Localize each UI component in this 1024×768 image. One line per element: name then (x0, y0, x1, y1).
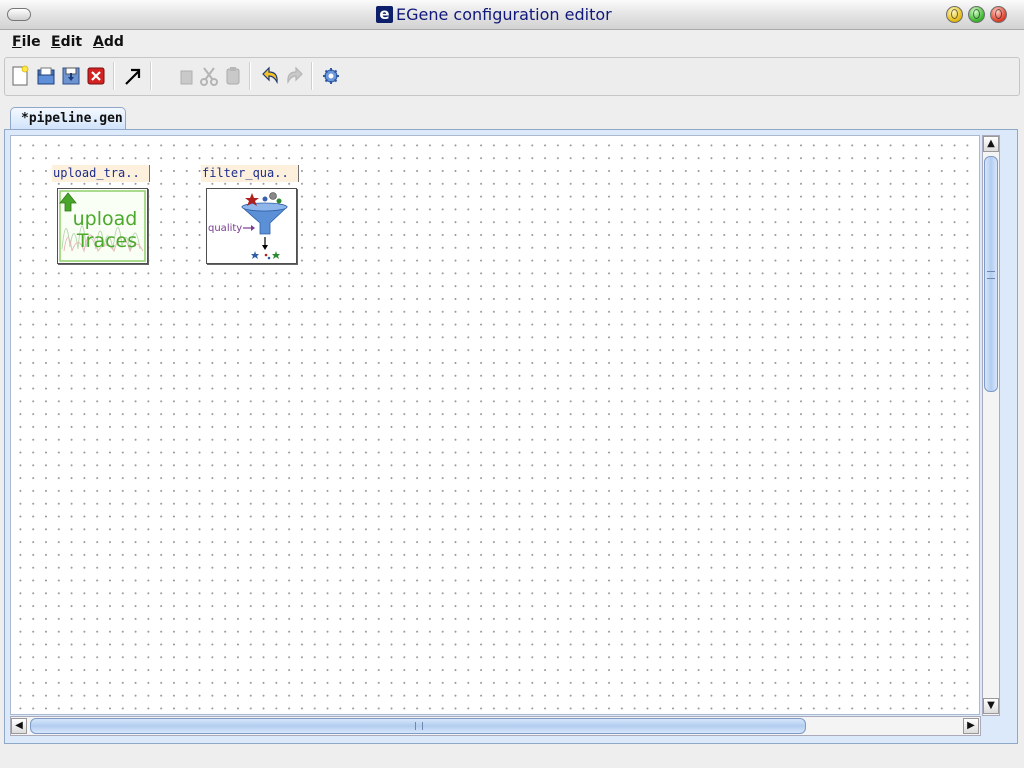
tab-pipeline-gen[interactable]: *pipeline.gen (10, 107, 126, 130)
filter-quality-icon-text: quality (208, 223, 242, 234)
toolbar-separator (311, 62, 313, 90)
node-upload-traces[interactable]: upload Traces (57, 188, 148, 264)
scroll-left-arrow-icon[interactable]: ◀ (11, 718, 27, 734)
pointer-arrow-icon[interactable] (122, 65, 144, 87)
scroll-down-arrow-icon[interactable]: ▼ (983, 698, 999, 714)
menu-add[interactable]: Add (93, 34, 124, 50)
menu-bar: File Edit Add (0, 30, 1024, 55)
maximize-button[interactable] (968, 6, 985, 23)
node-label-upload-traces[interactable]: upload_tra.. (52, 165, 150, 182)
save-icon[interactable] (60, 65, 82, 87)
status-bar (0, 746, 1024, 768)
toolbar-separator (150, 62, 152, 90)
filter-quality-icon: quality (208, 192, 289, 260)
egene-logo-icon: e (376, 6, 393, 23)
node-filter-quality[interactable]: quality (206, 188, 297, 264)
toolbar-separator (249, 62, 251, 90)
undo-icon[interactable] (259, 65, 281, 87)
tab-label: *pipeline.gen (21, 111, 123, 126)
upload-icon-text-line2: Traces (76, 230, 137, 252)
pipeline-canvas[interactable] (10, 135, 980, 715)
scroll-right-arrow-icon[interactable]: ▶ (963, 718, 979, 734)
window-title: EGene configuration editor (396, 5, 612, 24)
toolbar-separator (113, 62, 115, 90)
close-file-icon[interactable] (85, 65, 107, 87)
paste-icon[interactable] (222, 65, 244, 87)
upload-icon-text-line1: upload (73, 208, 138, 230)
menu-file[interactable]: File (12, 34, 41, 50)
toolbar (4, 57, 1020, 96)
horizontal-scroll-thumb[interactable] (30, 718, 806, 734)
vertical-scroll-thumb[interactable] (984, 156, 998, 392)
new-file-icon[interactable] (9, 65, 31, 87)
grip-icon (415, 722, 423, 730)
minimize-button[interactable] (946, 6, 963, 23)
settings-gear-icon[interactable] (320, 65, 342, 87)
node-label-filter-quality[interactable]: filter_qua.. (201, 165, 299, 182)
title-bar[interactable]: e EGene configuration editor (0, 0, 1024, 30)
open-folder-icon[interactable] (35, 65, 57, 87)
copy-icon[interactable] (176, 65, 198, 87)
scroll-up-arrow-icon[interactable]: ▲ (983, 136, 999, 152)
menu-edit[interactable]: Edit (51, 34, 82, 50)
vertical-scrollbar[interactable]: ▲ ▼ (982, 135, 1000, 716)
horizontal-scrollbar[interactable]: ◀ ▶ (10, 716, 981, 736)
redo-icon[interactable] (284, 65, 306, 87)
grip-icon (987, 271, 995, 279)
upload-traces-icon: upload Traces (59, 190, 146, 262)
close-window-button[interactable] (990, 6, 1007, 23)
cut-icon[interactable] (198, 65, 220, 87)
window-menu-button[interactable] (7, 8, 31, 21)
